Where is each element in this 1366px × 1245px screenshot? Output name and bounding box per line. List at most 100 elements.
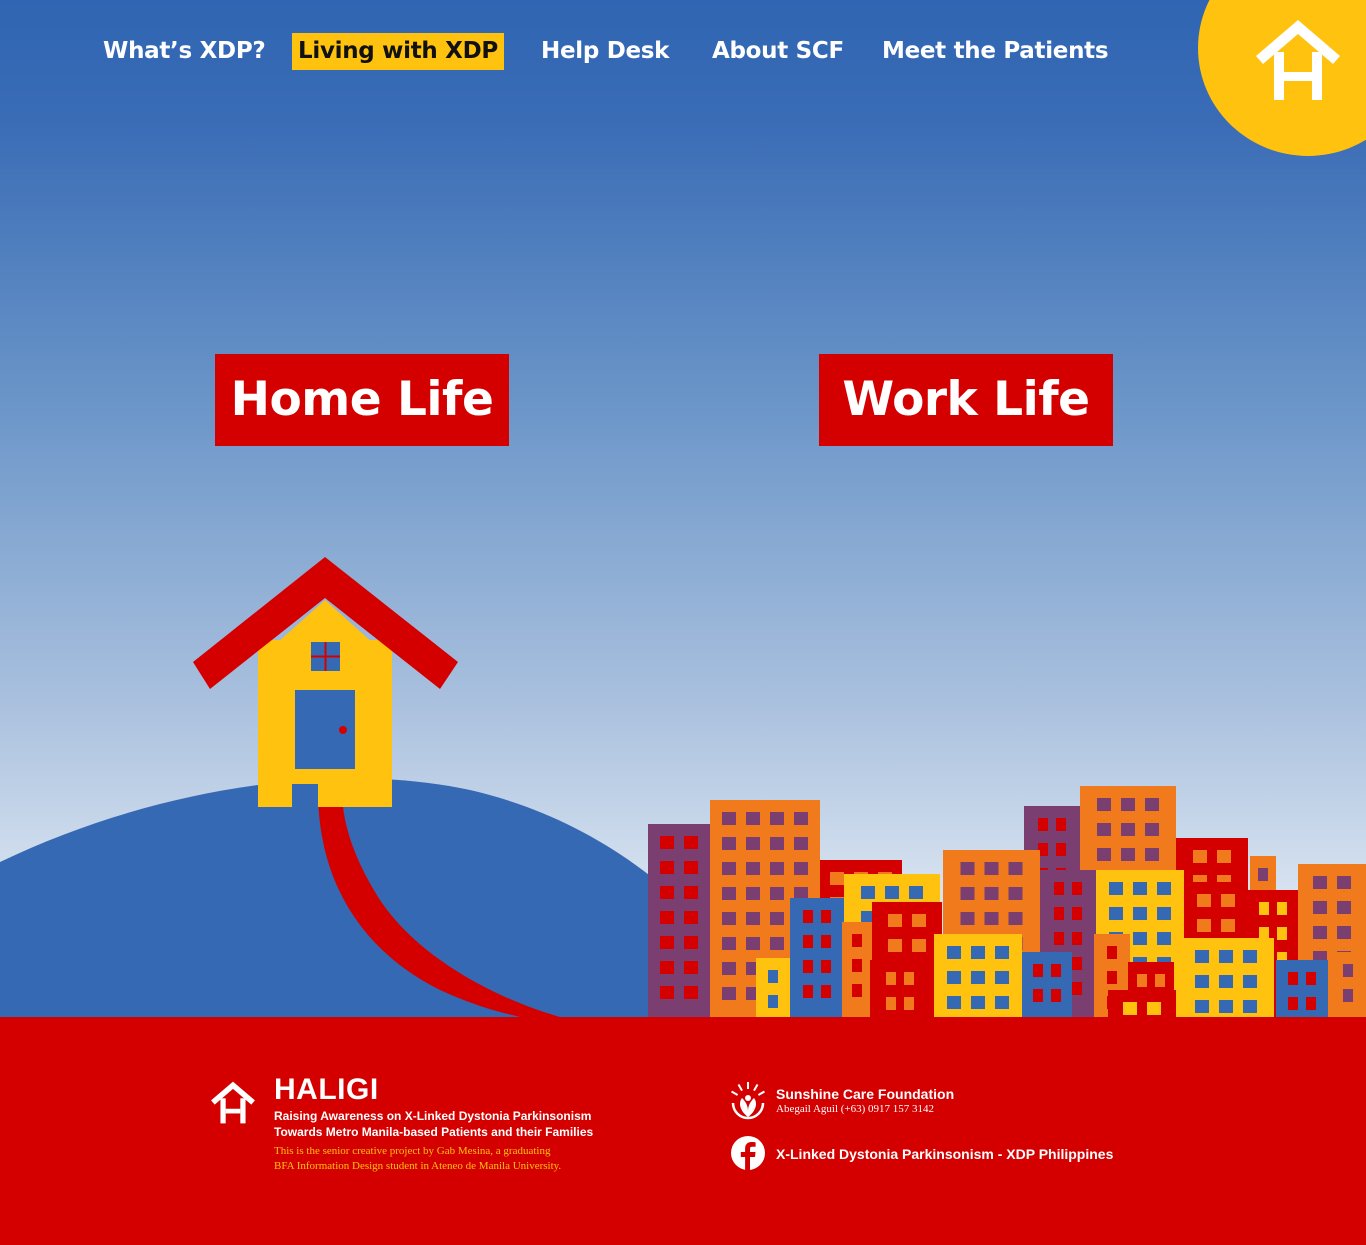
work-life-button[interactable]: Work Life (819, 354, 1113, 446)
building-window (1056, 818, 1066, 831)
building-window (1054, 882, 1064, 895)
brand-subtitle: Raising Awareness on X-Linked Dystonia P… (274, 1108, 634, 1140)
nav-living-with-xdp[interactable]: Living with XDP (292, 33, 504, 70)
building-window (1313, 876, 1327, 889)
home-life-button[interactable]: Home Life (215, 354, 509, 446)
building-window (768, 995, 778, 1008)
building-window (984, 862, 999, 875)
building-window (684, 836, 698, 849)
building-window (1157, 882, 1171, 895)
building (1276, 960, 1328, 1017)
building-window (1109, 882, 1123, 895)
building-window (984, 887, 999, 900)
nav-help-desk[interactable]: Help Desk (541, 33, 669, 70)
building-window (1195, 1000, 1209, 1013)
building-window (1072, 907, 1082, 920)
building-window (904, 972, 914, 985)
nav-meet-the-patients[interactable]: Meet the Patients (882, 33, 1109, 70)
building-window (960, 887, 975, 900)
building-window (770, 837, 784, 850)
building-window (794, 862, 808, 875)
building-window (722, 987, 736, 1000)
main-nav: What’s XDP? Living with XDP Help Desk Ab… (0, 30, 1200, 74)
building-window (1123, 1002, 1137, 1015)
building-window (1193, 850, 1207, 863)
nav-whats-xdp[interactable]: What’s XDP? (103, 33, 266, 70)
brand-subtitle-line: Towards Metro Manila-based Patients and … (274, 1125, 594, 1139)
credit-line: BFA Information Design student in Ateneo… (274, 1160, 562, 1172)
building-window (684, 886, 698, 899)
building-window (888, 914, 902, 927)
facebook-icon[interactable] (730, 1135, 766, 1171)
building-window (1072, 882, 1082, 895)
haligi-house-icon (1256, 20, 1340, 100)
building-window (684, 986, 698, 999)
footer: HALIGI Raising Awareness on X-Linked Dys… (0, 1017, 1366, 1245)
building-window (1145, 848, 1159, 861)
building-window (1072, 957, 1082, 970)
building-window (660, 961, 674, 974)
building-window (1313, 926, 1327, 939)
building-window (947, 996, 961, 1009)
building-window (1337, 926, 1351, 939)
building-window (909, 886, 923, 899)
building-window (1137, 974, 1147, 987)
building-window (1097, 823, 1111, 836)
building-window (1277, 902, 1287, 915)
building-window (1221, 919, 1235, 932)
building-window (995, 946, 1009, 959)
building-window (1145, 798, 1159, 811)
building-window (971, 971, 985, 984)
building-window (794, 837, 808, 850)
building-window (660, 836, 674, 849)
building-window (904, 997, 914, 1010)
building-window (947, 946, 961, 959)
facebook-link[interactable]: X-Linked Dystonia Parkinsonism - XDP Phi… (776, 1146, 1113, 1162)
house-illustration (193, 557, 458, 808)
building-window (960, 912, 975, 925)
city-illustration (648, 786, 1366, 1017)
building-window (960, 862, 975, 875)
building-window (722, 887, 736, 900)
building-window (1072, 932, 1082, 945)
building-window (1133, 882, 1147, 895)
building-window (770, 912, 784, 925)
building-window (1197, 919, 1211, 932)
building-window (984, 912, 999, 925)
building-window (684, 911, 698, 924)
building-window (852, 934, 862, 947)
building-window (660, 886, 674, 899)
building-window (1121, 848, 1135, 861)
building-window (1259, 902, 1269, 915)
building-window (1033, 989, 1043, 1002)
building-window (1056, 843, 1066, 856)
building-window (1051, 989, 1061, 1002)
building-window (1121, 798, 1135, 811)
building (1330, 952, 1366, 1017)
building-window (971, 996, 985, 1009)
building-window (722, 837, 736, 850)
hero-illustration (0, 557, 1366, 1017)
building-window (803, 910, 813, 923)
building-window (1097, 848, 1111, 861)
building-window (803, 960, 813, 973)
building-window (746, 887, 760, 900)
building-window (1147, 1002, 1161, 1015)
building-window (852, 984, 862, 997)
building-window (995, 971, 1009, 984)
building-window (1343, 989, 1353, 1002)
building-window (1157, 907, 1171, 920)
building-window (1072, 982, 1082, 995)
building-window (660, 936, 674, 949)
building-window (746, 912, 760, 925)
building-window (722, 937, 736, 950)
nav-about-scf[interactable]: About SCF (712, 33, 844, 70)
building-window (830, 872, 844, 885)
building-window (1337, 876, 1351, 889)
building-window (821, 910, 831, 923)
building-window (1121, 823, 1135, 836)
building-window (888, 939, 902, 952)
building-window (1306, 972, 1316, 985)
building-window (1133, 907, 1147, 920)
building-window (803, 985, 813, 998)
